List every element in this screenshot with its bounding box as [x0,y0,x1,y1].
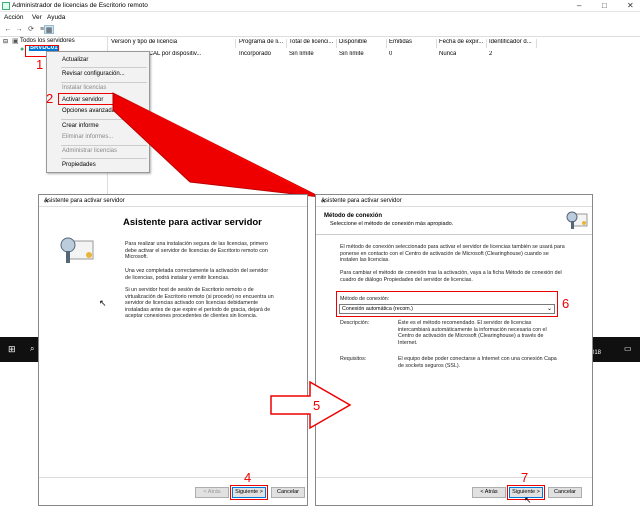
wizard1-titlebar: Asistente para activar servidor ✕ [39,195,307,207]
menu-item-crear-informe[interactable]: Crear informe [62,123,99,129]
tree-root[interactable]: Todos los servidores [20,38,75,44]
server-icon: ● [20,46,25,53]
description-text: Éste es el método recomendado. El servid… [398,320,547,346]
notification-icon[interactable]: ▭ [624,344,632,353]
wizard2-back-button[interactable]: < Atrás [472,487,506,498]
row-id: 2 [489,51,493,57]
highlight-activar [58,93,114,105]
row-expiry: Nunca [439,51,457,57]
search-icon[interactable]: ⌕ [30,344,34,354]
menu-item-propiedades[interactable]: Propiedades [62,162,96,168]
details-view-icon[interactable]: ▦ [44,25,54,34]
row-issued: 0 [389,51,393,57]
wizard2-paragraph-1: El método de conexión seleccionado para … [340,244,565,263]
wizard2-header: Método de conexión Seleccione el método … [316,207,592,235]
submenu-arrow-icon: › [142,107,145,114]
menu-ver[interactable]: Ver [32,14,42,21]
wizard-dialog-1: Asistente para activar servidor ✕ Asiste… [38,194,308,506]
refresh-icon[interactable]: ⟳ [26,25,36,34]
callout-5: 5 [313,398,321,413]
maximize-button[interactable]: □ [602,1,607,10]
menu-separator [61,67,147,68]
menu-ayuda[interactable]: Ayuda [47,14,65,21]
wizard-dialog-2: Asistente para activar servidor ✕ Método… [315,194,593,506]
wizard1-paragraph-2: Una vez completada correctamente la acti… [125,268,269,281]
wizard2-heading: Método de conexión [324,213,383,219]
callout-3: 3 [212,164,222,183]
wizard2-subheading: Seleccione el método de conexión más apr… [330,221,454,227]
menu-item-opciones[interactable]: Opciones avanzadas [62,108,118,114]
highlight-method [336,291,558,317]
license-server-icon [566,211,588,229]
callout-6: 6 [562,296,570,311]
menu-separator [61,158,147,159]
context-menu: Actualizar Revisar configuración... Inst… [46,51,150,173]
wizard1-paragraph-3: Si un servidor host de sesión de Escrito… [125,287,274,319]
callout-2: 2 [46,91,54,106]
wizard1-divider [39,477,307,478]
wizard1-sidebar [39,207,117,477]
wizard1-close-button[interactable]: ✕ [44,198,304,205]
close-button[interactable]: ✕ [627,1,634,10]
window-title: Administrador de licencias de Escritorio… [12,2,148,9]
col-expiry[interactable]: Fecha de expir... [437,39,487,48]
menu-bar: Acción Ver Ayuda [0,12,640,23]
col-version[interactable]: Versión y tipo de licencia [109,39,236,48]
wizard2-cancel-button[interactable]: Cancelar [548,487,582,498]
col-issued[interactable]: Emitidas [387,39,437,48]
callout-4: 4 [244,470,252,485]
requirements-text: El equipo debe poder conectarse a Intern… [398,356,557,369]
wizard2-divider [316,477,592,478]
wizard1-back-button[interactable]: < Atrás [195,487,229,498]
callout-7: 7 [521,470,529,485]
highlight-next-1 [230,485,268,500]
row-total: Sin límite [289,51,314,57]
menu-separator [61,82,147,83]
menu-item-administrar[interactable]: Administrar licencias [62,148,117,154]
wizard1-cancel-button[interactable]: Cancelar [271,487,305,498]
menu-separator [61,119,147,120]
hollow-right-arrow [270,380,352,430]
menu-item-eliminar-informes[interactable]: Eliminar informes... [62,134,113,140]
license-server-icon [60,237,94,263]
menu-item-revisar[interactable]: Revisar configuración... [62,71,125,77]
menu-item-instalar[interactable]: Instalar licencias [62,85,106,91]
wizard1-paragraph-1: Para realizar una instalación segura de … [125,241,268,260]
col-id[interactable]: Identificador d... [487,39,537,48]
wizard2-titlebar: Asistente para activar servidor ✕ [316,195,592,207]
requirements-label: Requisitos: [340,356,367,362]
toolbar: ← → ⟳ ≡ ▦ [0,23,640,37]
windows-icon[interactable]: ⊞ [8,344,16,355]
col-program[interactable]: Programa de li... [237,39,287,48]
row-available: Sin límite [339,51,364,57]
mouse-cursor-icon: ↖ [524,495,532,505]
col-total[interactable]: Total de licenci... [287,39,337,48]
menu-accion[interactable]: Acción [4,14,24,21]
app-icon [2,2,10,10]
callout-1: 1 [36,57,44,72]
wizard2-close-button[interactable]: ✕ [321,198,589,205]
servers-icon: ▣ [12,38,19,45]
menu-separator [61,145,147,146]
description-label: Descripción: [340,320,370,326]
forward-icon[interactable]: → [14,25,24,34]
col-available[interactable]: Disponible [337,39,387,48]
back-icon[interactable]: ← [3,25,13,34]
mouse-cursor-icon: ↖ [99,298,107,308]
menu-item-actualizar[interactable]: Actualizar [62,57,88,63]
wizard1-heading: Asistente para activar servidor [123,217,262,228]
wizard2-paragraph-2: Para cambiar el método de conexión tras … [340,270,562,283]
title-bar: Administrador de licencias de Escritorio… [0,0,640,12]
collapse-icon[interactable]: ⊟ [3,38,8,45]
row-program: Incorporado [239,51,272,57]
minimize-button[interactable]: – [577,1,581,10]
